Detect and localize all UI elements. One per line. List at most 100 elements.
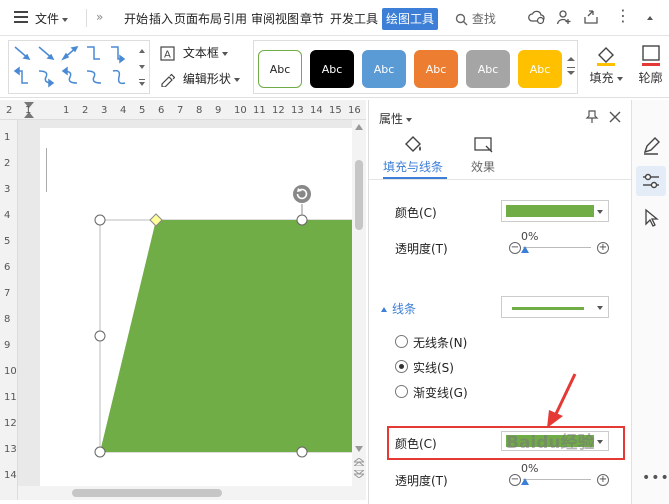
properties-sidebar-button[interactable] [636, 166, 666, 196]
resize-handle[interactable] [94, 330, 106, 342]
tab-insert[interactable]: 插入 [149, 10, 173, 27]
radio-no-line[interactable] [395, 335, 408, 348]
style-sample[interactable]: Abc [466, 50, 510, 88]
gradient-line-label: 渐变线(G) [413, 386, 468, 400]
slider-thumb[interactable] [521, 246, 529, 253]
vertical-scrollbar[interactable] [352, 120, 366, 486]
tab-developer[interactable]: 开发工具 [330, 10, 378, 27]
horizontal-scroll-thumb[interactable] [72, 489, 222, 497]
style-sample[interactable]: Abc [258, 50, 302, 88]
line-transparency-slider[interactable]: − 0% + [509, 462, 609, 486]
outline-icon [641, 45, 660, 66]
collapse-icon [381, 307, 387, 312]
no-line-label: 无线条(N) [413, 336, 468, 350]
select-cursor-icon[interactable] [641, 208, 661, 228]
fill-color-dropdown[interactable] [501, 200, 609, 222]
increase-icon[interactable]: + [597, 474, 609, 486]
effects-tab-icon [474, 137, 493, 153]
more-tabs-button[interactable]: » [96, 10, 103, 24]
share-user-icon[interactable] [556, 9, 572, 25]
line-style-dropdown[interactable] [501, 296, 609, 318]
scroll-up-icon[interactable] [355, 124, 363, 130]
slider-thumb[interactable] [521, 478, 529, 485]
scroll-down-icon[interactable] [355, 446, 363, 452]
more-icon[interactable]: ••• [642, 470, 669, 486]
ruler-tick: 9 [215, 105, 222, 116]
page-up-icon[interactable] [354, 458, 364, 466]
pin-icon[interactable] [585, 110, 599, 124]
ruler-tick: 2 [6, 105, 13, 116]
cloud-sync-icon[interactable] [528, 9, 546, 25]
trapezoid-shape[interactable] [100, 220, 352, 452]
tab-page-layout[interactable]: 页面布局 [174, 10, 222, 27]
increase-icon[interactable]: + [597, 242, 609, 254]
styles-more-icon[interactable] [567, 57, 575, 79]
style-sample[interactable]: Abc [310, 50, 354, 88]
fill-line-tab-icon [405, 136, 421, 152]
ruler-tick: 11 [253, 105, 266, 116]
decrease-icon[interactable]: − [509, 474, 521, 486]
pen-icon[interactable] [641, 136, 661, 156]
radio-solid-line[interactable] [395, 360, 408, 373]
tab-drawing-tools[interactable]: 绘图工具 [382, 8, 438, 30]
file-menu[interactable]: 文件 [35, 10, 69, 27]
tab-chapter[interactable]: 章节 [300, 10, 324, 27]
tab-references[interactable]: 引用 [223, 10, 247, 27]
export-icon[interactable] [583, 9, 599, 25]
tab-home[interactable]: 开始 [124, 10, 148, 27]
lines-section-header[interactable]: 线条 [381, 300, 416, 317]
search-button[interactable]: 查找 [455, 10, 496, 27]
line-shapes-gallery[interactable] [8, 40, 150, 94]
edit-shape-button[interactable]: 编辑形状 [160, 70, 240, 87]
ruler-tick: 7 [177, 105, 184, 116]
outline-button[interactable]: 轮廓 [632, 40, 669, 94]
ruler-tick: 12 [272, 105, 285, 116]
tab-fill-and-line[interactable]: 填充与线条 [383, 158, 443, 175]
style-sample[interactable]: Abc [518, 50, 562, 88]
more-options-icon[interactable]: ⋮ [615, 6, 631, 25]
tab-review[interactable]: 审阅 [251, 10, 275, 27]
fill-button[interactable]: 填充 [586, 40, 626, 94]
tab-view[interactable]: 视图 [275, 10, 299, 27]
ruler-tick: 9 [4, 340, 11, 351]
close-icon[interactable] [609, 111, 621, 123]
line-style-preview [512, 307, 584, 310]
fill-transparency-slider[interactable]: − 0% + [509, 230, 609, 254]
ruler-tick: 13 [4, 444, 17, 455]
horizontal-scrollbar[interactable] [18, 486, 366, 500]
collapse-ribbon-icon[interactable] [647, 16, 653, 20]
rotate-handle-icon[interactable] [293, 185, 311, 203]
panel-title[interactable]: 属性 [379, 110, 413, 127]
divider [86, 9, 87, 27]
style-sample[interactable]: Abc [362, 50, 406, 88]
vertical-scroll-thumb[interactable] [355, 160, 363, 230]
resize-handle[interactable] [296, 446, 308, 458]
page-down-icon[interactable] [354, 470, 364, 478]
document-page[interactable] [40, 128, 352, 486]
chevron-down-icon [597, 440, 603, 444]
app-window: 文件 » 开始 插入 页面布局 引用 审阅 视图 章节 开发工具 绘图工具 查找… [0, 0, 669, 504]
textbox-button[interactable]: A 文本框 [160, 44, 228, 61]
ruler-tick: 14 [310, 105, 323, 116]
ruler-tick: 4 [120, 105, 127, 116]
radio-gradient-line[interactable] [395, 385, 408, 398]
resize-handle[interactable] [296, 214, 308, 226]
ruler-tick: 12 [4, 418, 17, 429]
tab-effects[interactable]: 效果 [471, 158, 495, 175]
menu-bar: 文件 » 开始 插入 页面布局 引用 审阅 视图 章节 开发工具 绘图工具 查找… [0, 0, 669, 36]
lines-section-label: 线条 [392, 302, 417, 316]
decrease-icon[interactable]: − [509, 242, 521, 254]
style-sample[interactable]: Abc [414, 50, 458, 88]
resize-handle[interactable] [94, 214, 106, 226]
menu-icon[interactable] [14, 11, 28, 23]
ribbon: A 文本框 编辑形状 Abc Abc Abc Abc Abc Abc 填充 轮廓 [0, 36, 669, 98]
ruler-tick: 6 [158, 105, 165, 116]
ruler-tick: 8 [4, 314, 11, 325]
chevron-down-icon [221, 51, 228, 56]
paint-bucket-icon [597, 47, 615, 66]
shape-styles-gallery: Abc Abc Abc Abc Abc Abc [253, 40, 578, 94]
resize-handle[interactable] [94, 446, 106, 458]
svg-text:A: A [164, 50, 171, 61]
ruler-tick: 3 [101, 105, 108, 116]
ruler-tick: 8 [196, 105, 203, 116]
